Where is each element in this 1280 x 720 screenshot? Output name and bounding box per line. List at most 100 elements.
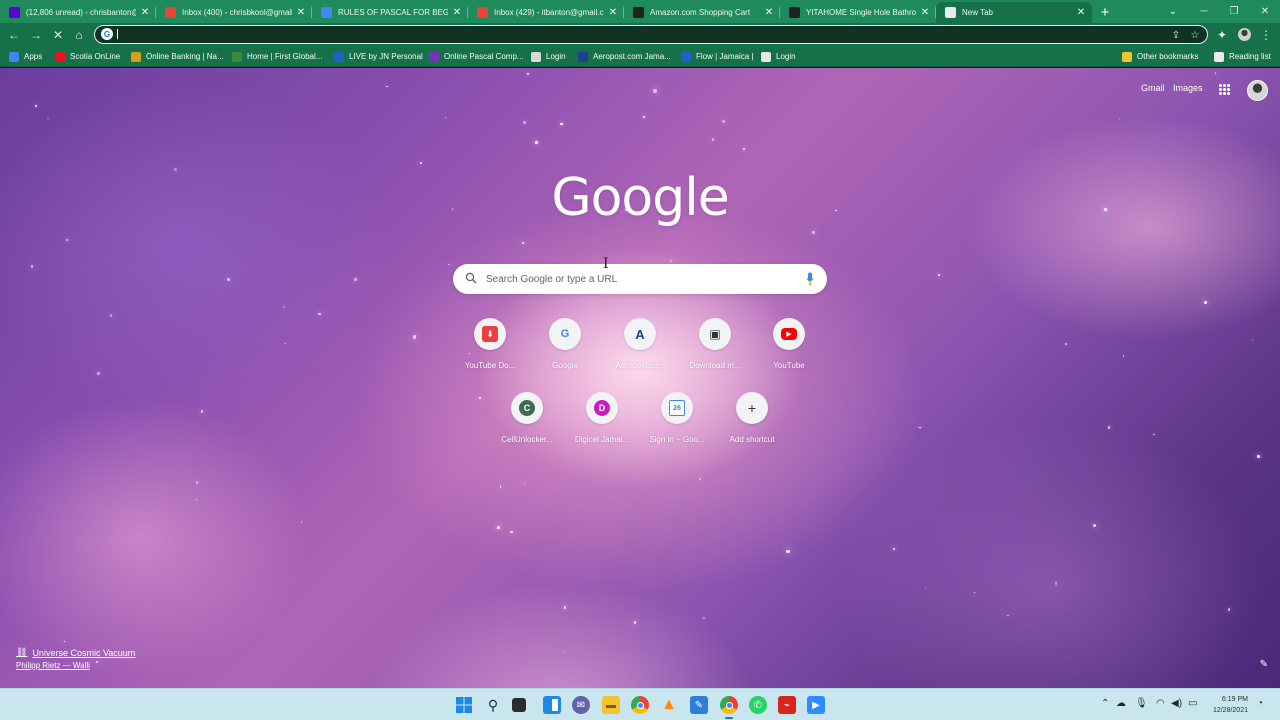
- tab-close-icon[interactable]: ✕: [608, 7, 618, 18]
- tab-close-icon[interactable]: ✕: [452, 7, 462, 18]
- shortcut-tile[interactable]: D Digicel Jamai...: [566, 392, 638, 456]
- search-icon: [465, 272, 477, 284]
- battery-icon[interactable]: ▭: [1188, 698, 1197, 709]
- add-shortcut-tile[interactable]: + Add shortcut: [716, 392, 788, 456]
- background-title[interactable]: Universe Cosmic Vacuum: [32, 648, 135, 658]
- account-avatar[interactable]: [1247, 80, 1268, 101]
- start-windows-icon[interactable]: [455, 696, 473, 714]
- bookmark-item[interactable]: Online Pascal Comp...: [429, 49, 524, 64]
- home-icon[interactable]: ⌂: [70, 26, 88, 43]
- gmail-link[interactable]: Gmail: [1141, 83, 1165, 93]
- images-link[interactable]: Images: [1173, 83, 1203, 93]
- bookmark-item[interactable]: LIVE by JN Personal: [334, 49, 423, 64]
- tab-close-icon[interactable]: ✕: [1076, 7, 1086, 18]
- search-input[interactable]: [486, 271, 786, 287]
- system-clock[interactable]: 6:19 PM 12/28/2021: [1206, 694, 1248, 716]
- bookmark-label: Apps: [24, 52, 43, 61]
- pen-app-icon[interactable]: ✎: [690, 696, 708, 714]
- acrobat-icon[interactable]: ⌁: [778, 696, 796, 714]
- bookmark-item[interactable]: Home | First Global...: [232, 49, 322, 64]
- reload-button[interactable]: ✕: [49, 26, 67, 43]
- browser-tab[interactable]: YITAHOME Single Hole Bathroo ✕: [780, 2, 936, 23]
- minimize-button[interactable]: ─: [1188, 0, 1220, 23]
- bookmark-item[interactable]: Login: [761, 49, 796, 64]
- browser-tab[interactable]: (12,806 unread) - chrisbanton@ ✕: [0, 2, 156, 23]
- forward-button[interactable]: →: [27, 26, 45, 43]
- browser-tab[interactable]: Inbox (429) - itbanton@gmail.c ✕: [468, 2, 624, 23]
- star-sparkle: [386, 85, 388, 88]
- microphone-icon[interactable]: [806, 272, 814, 286]
- shortcut-tile[interactable]: ⬇ YouTube Do...: [454, 318, 526, 382]
- chrome-profile-icon[interactable]: [720, 696, 738, 719]
- address-bar[interactable]: G ⇪ ☆: [94, 25, 1208, 44]
- tab-close-icon[interactable]: ✕: [140, 7, 150, 18]
- browser-tab[interactable]: Amazon.com Shopping Cart ✕: [624, 2, 780, 23]
- tab-close-icon[interactable]: ✕: [764, 7, 774, 18]
- tab-close-icon[interactable]: ✕: [920, 7, 930, 18]
- customize-pencil-icon[interactable]: ✎: [1260, 659, 1268, 670]
- attribution-link[interactable]: ⛓ Universe Cosmic Vacuum: [16, 647, 135, 658]
- background-attribution[interactable]: ⛓ Universe Cosmic Vacuum Philipp Rietz — …: [16, 647, 135, 670]
- teams-chat-icon[interactable]: ✉: [572, 696, 590, 714]
- star-sparkle: [1251, 339, 1254, 342]
- star-sparkle: [97, 372, 100, 375]
- search-icon[interactable]: ⚲: [484, 696, 502, 714]
- zoom-icon[interactable]: ▶: [807, 696, 825, 714]
- link-icon: ⛓: [16, 647, 28, 657]
- shortcut-tile[interactable]: A Aeropost.co...: [604, 318, 676, 382]
- shortcut-tile[interactable]: G Google: [529, 318, 601, 382]
- bookmark-item[interactable]: Other bookmarks: [1122, 49, 1198, 64]
- browser-tab[interactable]: RULES OF PASCAL FOR BEGINNI ✕: [312, 2, 468, 23]
- share-icon[interactable]: ⇪: [1169, 28, 1183, 42]
- widgets-icon[interactable]: [543, 696, 561, 714]
- bookmark-item[interactable]: Apps: [9, 49, 42, 64]
- notification-icon[interactable]: ◔: [1257, 698, 1263, 709]
- wifi-icon[interactable]: ◠: [1156, 698, 1165, 709]
- file-explorer-icon[interactable]: ▬: [602, 696, 620, 714]
- task-view-icon[interactable]: [512, 698, 526, 712]
- google-apps-icon[interactable]: [1219, 84, 1230, 95]
- volume-icon[interactable]: ◀︎): [1171, 698, 1182, 709]
- microphone-icon[interactable]: 🎙︎: [1135, 698, 1148, 709]
- onedrive-cloud-icon[interactable]: ☁: [1116, 698, 1126, 709]
- first-global-icon: [232, 51, 242, 62]
- shortcut-tile[interactable]: 26 Sign in ~ Goo...: [641, 392, 713, 456]
- star-sparkle: [535, 141, 538, 144]
- restore-button[interactable]: ❐: [1218, 0, 1250, 23]
- gmail-icon: [165, 7, 176, 18]
- background-author[interactable]: Philipp Rietz — Walli: [16, 661, 135, 670]
- browser-tab[interactable]: Inbox (400) - chrisbkool@gmail ✕: [156, 2, 312, 23]
- gmail-icon: [477, 7, 488, 18]
- new-tab-plus-icon[interactable]: +: [1092, 2, 1118, 23]
- chrome-icon[interactable]: [631, 696, 649, 714]
- shortcut-label: YouTube Do...: [464, 361, 516, 370]
- address-input[interactable]: [121, 27, 1151, 41]
- star-sparkle: [510, 530, 513, 534]
- bookmark-item[interactable]: Aeropost.com Jama...: [578, 49, 671, 64]
- vlc-icon[interactable]: ▲: [660, 696, 678, 714]
- shortcut-tile[interactable]: ▶ YouTube: [753, 318, 825, 382]
- bookmark-star-icon[interactable]: ☆: [1188, 28, 1202, 42]
- tab-new-tab[interactable]: New Tab ✕: [936, 2, 1092, 23]
- back-button[interactable]: ←: [5, 26, 23, 43]
- extensions-puzzle-icon[interactable]: ✦: [1213, 26, 1231, 43]
- chrome-menu-icon[interactable]: ⋮: [1257, 26, 1275, 43]
- window-close-button[interactable]: ✕: [1249, 0, 1280, 23]
- shortcut-tile[interactable]: ▣ Download m...: [679, 318, 751, 382]
- tab-search-button[interactable]: ⌄: [1157, 0, 1189, 23]
- star-sparkle: [1122, 355, 1125, 357]
- bookmark-item[interactable]: Flow | Jamaica |: [681, 49, 754, 64]
- bookmark-item[interactable]: Login: [531, 49, 566, 64]
- profile-avatar[interactable]: [1235, 26, 1253, 43]
- bookmark-item[interactable]: Reading list: [1214, 49, 1271, 64]
- tab-close-icon[interactable]: ✕: [296, 7, 306, 18]
- tab-title: Amazon.com Shopping Cart: [650, 8, 751, 17]
- aeropost-icon: [578, 51, 588, 62]
- search-box[interactable]: [453, 264, 827, 294]
- bookmark-item[interactable]: Online Banking | Na...: [131, 49, 224, 64]
- cellunlocker-icon: C: [519, 400, 535, 416]
- whatsapp-icon[interactable]: ✆: [749, 696, 767, 714]
- bookmark-item[interactable]: Scotia OnLine: [55, 49, 120, 64]
- show-hidden-icons-chevron[interactable]: ⌃: [1101, 698, 1109, 709]
- shortcut-tile[interactable]: C CellUnlocker...: [491, 392, 563, 456]
